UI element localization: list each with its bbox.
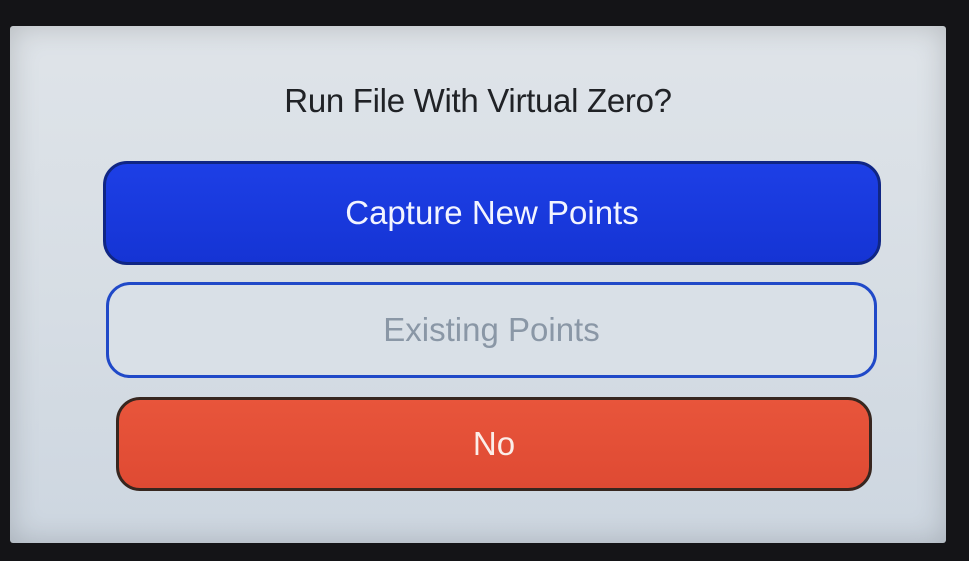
existing-points-button[interactable]: Existing Points <box>106 282 877 378</box>
no-button[interactable]: No <box>116 397 872 491</box>
capture-new-points-label: Capture New Points <box>345 194 639 231</box>
capture-new-points-button[interactable]: Capture New Points <box>103 161 881 265</box>
touchscreen-dialog: Run File With Virtual Zero? Capture New … <box>10 26 946 543</box>
device-bezel: Run File With Virtual Zero? Capture New … <box>0 0 969 561</box>
no-label: No <box>472 425 516 462</box>
dialog-title: Run File With Virtual Zero? <box>284 82 672 119</box>
existing-points-label: Existing Points <box>383 311 600 348</box>
